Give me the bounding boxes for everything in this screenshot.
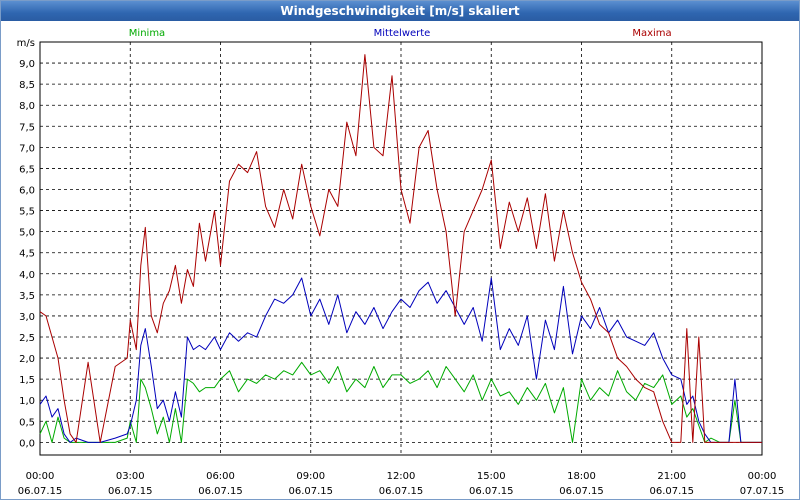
x-tick-date-label: 06.07.15 — [18, 486, 63, 497]
y-tick-label: 3,0 — [19, 312, 35, 323]
x-tick-date-label: 06.07.15 — [288, 486, 333, 497]
y-tick-label: 1,0 — [19, 396, 35, 407]
x-tick-date-label: 06.07.15 — [469, 486, 514, 497]
y-tick-label: 7,0 — [19, 143, 35, 154]
x-tick-date-label: 06.07.15 — [108, 486, 153, 497]
y-tick-label: 0,0 — [19, 438, 35, 449]
x-tick-time-label: 18:00 — [567, 471, 596, 482]
y-tick-label: 8,5 — [19, 80, 35, 91]
y-tick-label: 6,5 — [19, 164, 35, 175]
y-tick-label: 2,0 — [19, 354, 35, 365]
x-tick-date-label: 06.07.15 — [379, 486, 424, 497]
x-tick-date-label: 07.07.15 — [740, 486, 785, 497]
x-tick-time-label: 06:00 — [206, 471, 235, 482]
legend-entry: Maxima — [632, 28, 671, 39]
y-tick-label: 8,0 — [19, 101, 35, 112]
x-tick-time-label: 09:00 — [296, 471, 325, 482]
wind-speed-chart: 0,0 0,5 1,0 1,5 2,0 2,5 3,0 3,5 4,0 4,5 5,0 5,5 6,0 6… — [17, 28, 785, 497]
y-tick-label: 2,5 — [19, 333, 35, 344]
y-tick-label: 0,5 — [19, 417, 35, 428]
x-tick-time-label: 03:00 — [116, 471, 145, 482]
y-tick-label: 4,5 — [19, 249, 35, 260]
y-tick-label: 6,0 — [19, 186, 35, 197]
y-tick-label: 1,5 — [19, 375, 35, 386]
y-axis-label: m/s — [17, 38, 35, 49]
y-tick-label: 5,0 — [19, 228, 35, 239]
legend-entry: Mittelwerte — [374, 28, 431, 39]
y-tick-label: 9,0 — [19, 59, 35, 70]
x-tick-time-label: 15:00 — [477, 471, 506, 482]
y-tick-label: 7,5 — [19, 122, 35, 133]
x-tick-date-label: 06.07.15 — [559, 486, 604, 497]
x-tick-time-label: 00:00 — [748, 471, 777, 482]
y-tick-label: 3,5 — [19, 291, 35, 302]
x-tick-time-label: 21:00 — [657, 471, 686, 482]
x-tick-time-label: 12:00 — [387, 471, 416, 482]
x-tick-time-label: 00:00 — [26, 471, 55, 482]
x-tick-date-label: 06.07.15 — [198, 486, 243, 497]
y-tick-label: 4,0 — [19, 270, 35, 281]
legend-entry: Minima — [129, 28, 165, 39]
y-tick-label: 5,5 — [19, 207, 35, 218]
x-tick-date-label: 06.07.15 — [649, 486, 694, 497]
